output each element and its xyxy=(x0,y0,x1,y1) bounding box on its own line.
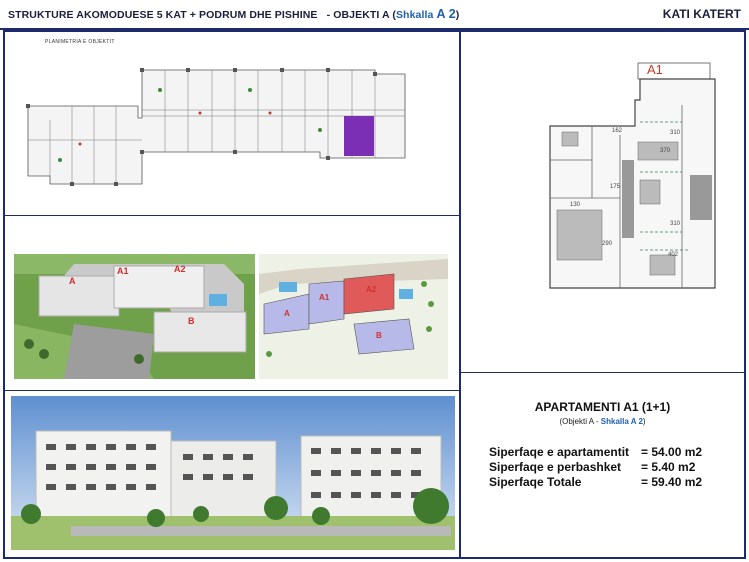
aerial-render-image: A A1 A2 B xyxy=(14,254,255,379)
site-plan-image: A A1 A2 B xyxy=(259,254,448,379)
site-label-a: A xyxy=(284,309,290,318)
area-label: Siperfaqe e apartamentit xyxy=(489,445,630,459)
area-row-apartment: Siperfaqe e apartamentit = 54.00 m2 xyxy=(489,445,702,459)
site-label-b: B xyxy=(376,331,382,340)
site-label-a1: A1 xyxy=(319,293,330,302)
dim-175: 175 xyxy=(610,184,621,190)
dim-290: 290 xyxy=(602,241,613,247)
highlighted-unit xyxy=(344,116,374,156)
dim-310: 310 xyxy=(670,130,681,136)
unit-plan-a1: 162 310 370 310 402 130 175 290 xyxy=(549,62,716,289)
aerial-label-a1: A1 xyxy=(117,266,129,276)
title-scale-code: A 2 xyxy=(436,7,456,21)
divider-mid-left xyxy=(5,390,459,391)
floor-label: KATI KATERT xyxy=(662,7,741,21)
apartment-sub-shkalla: Shkalla A 2 xyxy=(600,417,643,426)
site-label-a2: A2 xyxy=(366,285,377,294)
area-row-common: Siperfaqe e perbashket = 5.40 m2 xyxy=(489,460,695,474)
title-close: ) xyxy=(455,9,460,21)
title-main: STRUKTURE AKOMODUESE 5 KAT + PODRUM DHE … xyxy=(8,9,318,21)
dim-402: 402 xyxy=(668,252,679,258)
apartment-sub-suffix: ) xyxy=(642,417,646,426)
area-value: = 54.00 m2 xyxy=(641,445,703,459)
area-label: Siperfaqe e perbashket xyxy=(489,460,622,474)
divider-right xyxy=(461,372,746,373)
title-shkalla: Shkalla xyxy=(395,9,434,21)
apartment-subtitle: (Objekti A - Shkalla A 2) xyxy=(459,417,746,426)
divider-top-left xyxy=(5,215,459,216)
unit-plan-label: A1 xyxy=(647,62,663,77)
street-render-image xyxy=(11,396,455,550)
dim-162: 162 xyxy=(612,128,623,134)
floorplan-label: PLANIMETRIA E OBJEKTIT xyxy=(45,39,115,45)
apartment-sub-prefix: (Objekti A - xyxy=(559,417,601,426)
dim-130: 130 xyxy=(570,202,581,208)
aerial-label-b: B xyxy=(188,316,195,326)
aerial-label-a2: A2 xyxy=(174,264,186,274)
document-title: STRUKTURE AKOMODUESE 5 KAT + PODRUM DHE … xyxy=(8,7,459,21)
header-bar: STRUKTURE AKOMODUESE 5 KAT + PODRUM DHE … xyxy=(0,0,749,30)
building-floor-plan xyxy=(26,68,406,186)
aerial-label-a: A xyxy=(69,276,76,286)
dim-370: 370 xyxy=(660,148,671,154)
apartment-title: APARTAMENTI A1 (1+1) xyxy=(534,400,671,414)
area-label: Siperfaqe Totale xyxy=(489,475,582,489)
area-value: = 59.40 m2 xyxy=(641,475,703,489)
area-value: = 5.40 m2 xyxy=(641,460,696,474)
dim-310b: 310 xyxy=(670,221,681,227)
vertical-divider xyxy=(459,30,461,559)
area-row-total: Siperfaqe Totale = 59.40 m2 xyxy=(489,475,702,489)
title-object: - OBJEKTI A ( xyxy=(326,9,396,21)
